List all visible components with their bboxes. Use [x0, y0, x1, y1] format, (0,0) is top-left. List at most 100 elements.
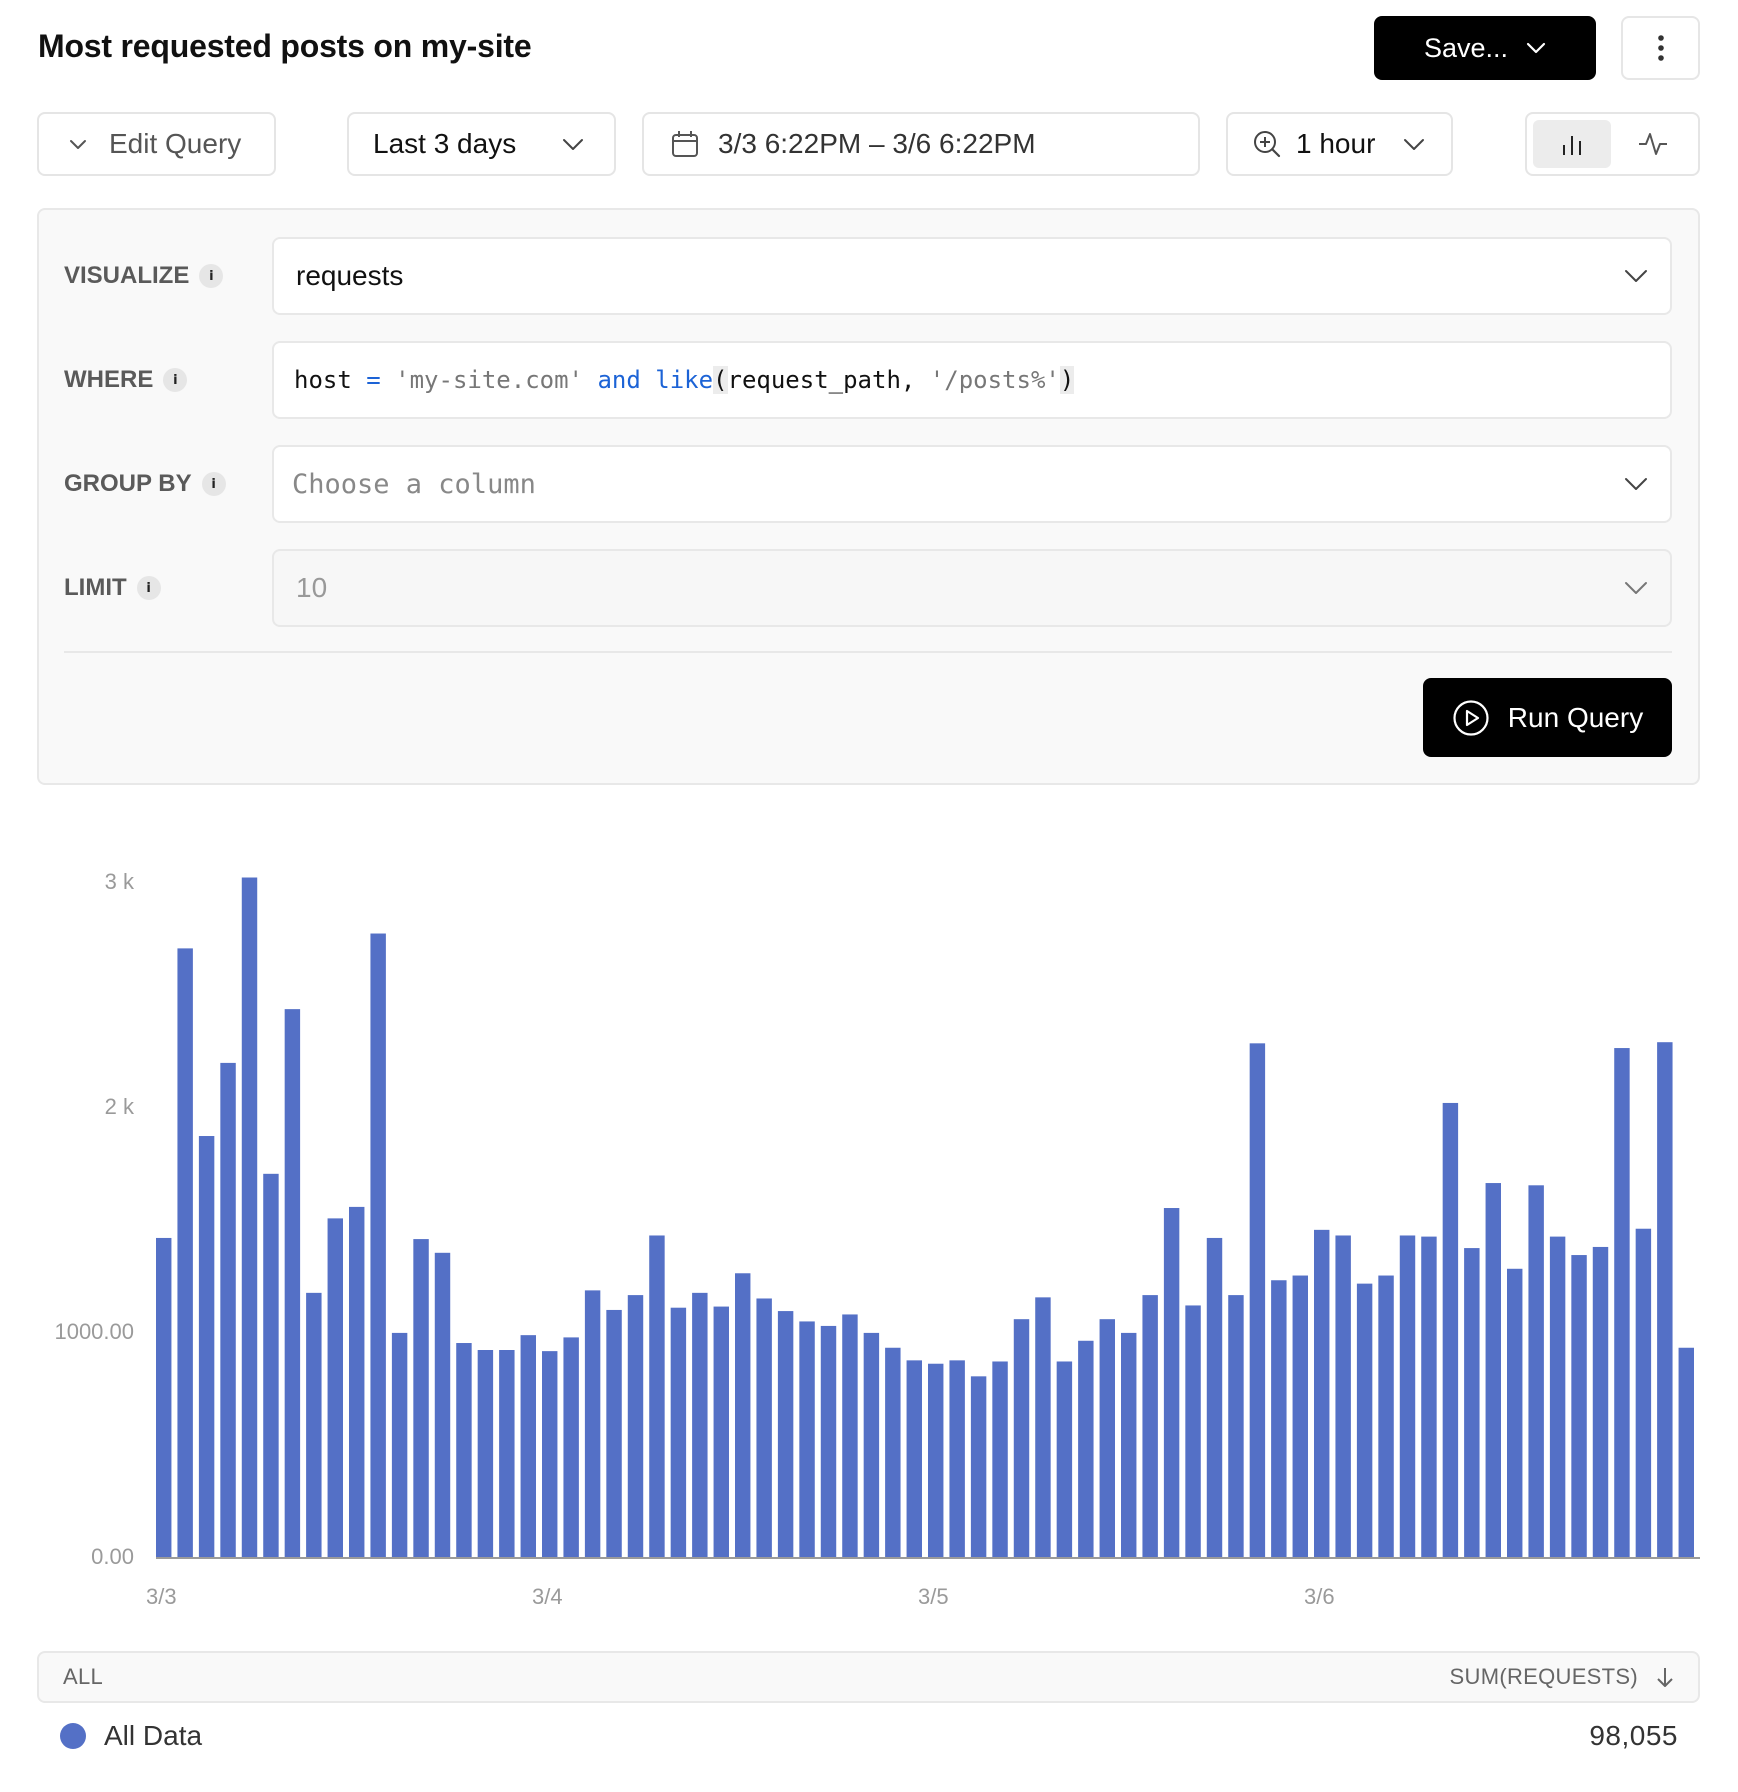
- bar[interactable]: [1185, 1305, 1201, 1557]
- bar[interactable]: [456, 1343, 472, 1557]
- bar[interactable]: [1571, 1255, 1587, 1557]
- limit-select[interactable]: 10: [272, 549, 1672, 627]
- time-range-select[interactable]: Last 3 days: [347, 112, 616, 176]
- bar[interactable]: [1099, 1319, 1115, 1557]
- bar[interactable]: [434, 1252, 451, 1557]
- sort-by-sum-button[interactable]: SUM(REQUESTS): [1450, 1664, 1674, 1690]
- group-by-placeholder: Choose a column: [292, 468, 536, 500]
- bar[interactable]: [799, 1321, 815, 1557]
- bar[interactable]: [1121, 1332, 1137, 1557]
- run-query-button[interactable]: Run Query: [1423, 678, 1672, 757]
- bar[interactable]: [1485, 1183, 1501, 1557]
- bar[interactable]: [1271, 1280, 1287, 1557]
- bar[interactable]: [735, 1273, 751, 1557]
- bar[interactable]: [241, 877, 258, 1558]
- bar[interactable]: [692, 1292, 708, 1557]
- bar[interactable]: [1549, 1236, 1566, 1557]
- bar[interactable]: [842, 1314, 858, 1557]
- info-icon[interactable]: i: [199, 264, 224, 288]
- play-circle-icon: [1452, 699, 1490, 737]
- bar[interactable]: [1442, 1102, 1459, 1557]
- bar[interactable]: [1249, 1043, 1266, 1557]
- group-by-select[interactable]: Choose a column: [272, 445, 1672, 523]
- bar[interactable]: [1335, 1235, 1351, 1557]
- bar[interactable]: [306, 1292, 322, 1557]
- bar[interactable]: [1228, 1295, 1244, 1557]
- bar[interactable]: [992, 1361, 1008, 1557]
- bar[interactable]: [949, 1360, 965, 1557]
- bar[interactable]: [606, 1309, 622, 1557]
- bar[interactable]: [1292, 1275, 1308, 1557]
- bar[interactable]: [1657, 1042, 1673, 1557]
- bar[interactable]: [198, 1136, 215, 1557]
- bar[interactable]: [777, 1311, 794, 1557]
- bar[interactable]: [1378, 1275, 1394, 1557]
- panel-divider: [64, 651, 1672, 653]
- bar[interactable]: [177, 948, 193, 1558]
- info-icon[interactable]: i: [163, 368, 188, 392]
- bar[interactable]: [1356, 1283, 1373, 1558]
- bar[interactable]: [220, 1062, 236, 1557]
- bar[interactable]: [349, 1206, 365, 1557]
- bar[interactable]: [1592, 1246, 1609, 1557]
- bar[interactable]: [1056, 1361, 1073, 1557]
- bar[interactable]: [863, 1332, 880, 1557]
- group-by-label-text: GROUP BY: [64, 470, 192, 497]
- bar[interactable]: [1507, 1268, 1523, 1557]
- bar-chart-svg: [156, 877, 1700, 1559]
- info-icon[interactable]: i: [136, 576, 161, 600]
- where-token: (: [713, 366, 728, 394]
- more-options-button[interactable]: [1621, 16, 1700, 80]
- date-range-picker[interactable]: 3/3 6:22PM – 3/6 6:22PM: [642, 112, 1200, 176]
- bar[interactable]: [1013, 1319, 1030, 1557]
- bar[interactable]: [1078, 1340, 1094, 1557]
- bar[interactable]: [906, 1360, 922, 1557]
- visualize-select[interactable]: requests: [272, 237, 1672, 315]
- bar[interactable]: [1678, 1347, 1694, 1557]
- bar[interactable]: [649, 1235, 665, 1557]
- bar[interactable]: [370, 933, 386, 1557]
- bar[interactable]: [713, 1306, 729, 1557]
- bar[interactable]: [970, 1376, 987, 1557]
- series-color-dot: [60, 1723, 86, 1749]
- bar[interactable]: [327, 1218, 343, 1558]
- bar[interactable]: [1314, 1229, 1330, 1557]
- bar[interactable]: [627, 1295, 644, 1557]
- legend-row[interactable]: All Data 98,055: [60, 1716, 1678, 1756]
- bar[interactable]: [885, 1347, 901, 1557]
- save-button[interactable]: Save...: [1374, 16, 1596, 80]
- info-icon[interactable]: i: [201, 472, 226, 496]
- limit-label: LIMIT i: [64, 574, 161, 602]
- bar[interactable]: [584, 1290, 601, 1558]
- bar[interactable]: [477, 1350, 494, 1557]
- bar[interactable]: [156, 1237, 172, 1557]
- bar[interactable]: [499, 1350, 515, 1557]
- run-query-label: Run Query: [1507, 701, 1644, 733]
- bar[interactable]: [1142, 1295, 1158, 1557]
- line-chart-view-button[interactable]: [1615, 120, 1693, 168]
- bar[interactable]: [284, 1009, 301, 1558]
- bar[interactable]: [1206, 1237, 1223, 1557]
- bar[interactable]: [670, 1307, 687, 1557]
- granularity-select[interactable]: 1 hour: [1226, 112, 1453, 176]
- bar[interactable]: [1464, 1248, 1480, 1557]
- bar[interactable]: [820, 1325, 837, 1557]
- bar[interactable]: [928, 1363, 944, 1557]
- bar[interactable]: [263, 1173, 279, 1557]
- bar[interactable]: [1421, 1236, 1437, 1557]
- bar[interactable]: [1528, 1185, 1544, 1557]
- bar-chart-view-button[interactable]: [1533, 120, 1611, 168]
- bar[interactable]: [520, 1335, 536, 1557]
- bar[interactable]: [1163, 1208, 1180, 1557]
- bar[interactable]: [1399, 1235, 1416, 1557]
- bar[interactable]: [1635, 1228, 1652, 1557]
- bar[interactable]: [756, 1298, 772, 1557]
- bar[interactable]: [391, 1332, 408, 1557]
- bar[interactable]: [542, 1351, 558, 1558]
- bar[interactable]: [1614, 1048, 1630, 1557]
- edit-query-toggle[interactable]: Edit Query: [37, 112, 276, 176]
- where-input[interactable]: host = 'my-site.com' and like(request_pa…: [272, 341, 1672, 419]
- bar[interactable]: [563, 1337, 579, 1557]
- bar[interactable]: [1035, 1297, 1051, 1557]
- bar[interactable]: [413, 1239, 429, 1557]
